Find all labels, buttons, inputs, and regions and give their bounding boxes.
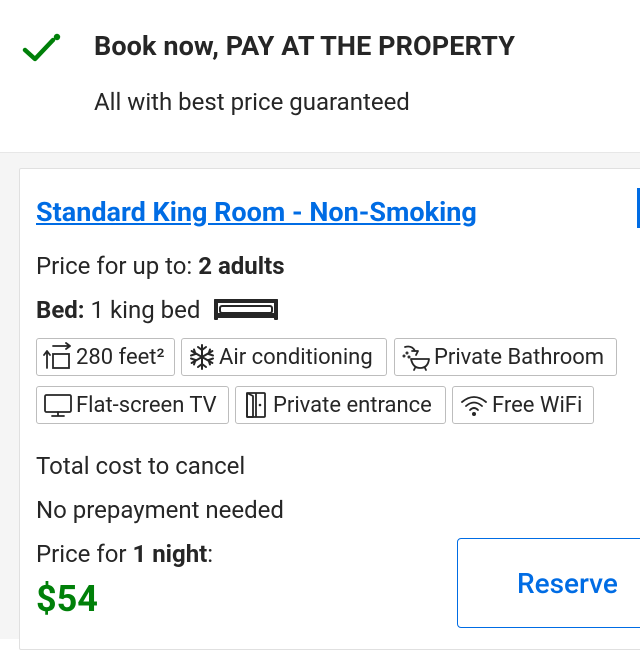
facility-label: Private Bathroom: [434, 344, 605, 370]
snowflake-icon: [190, 344, 214, 370]
banner-title: Book now, PAY AT THE PROPERTY: [94, 30, 516, 62]
facility-chip-wifi: Free WiFi: [452, 386, 594, 424]
price-for-label: Price for 1 night:: [36, 540, 213, 568]
door-icon: [246, 392, 266, 418]
reserve-button[interactable]: Reserve: [457, 538, 640, 628]
facility-chip-ac: Air conditioning: [181, 338, 387, 376]
facility-label: Flat-screen TV: [76, 392, 217, 418]
checkmark-icon: [22, 33, 61, 62]
prepayment-policy: No prepayment needed: [36, 496, 284, 524]
cancellation-policy: Total cost to cancel: [36, 452, 246, 480]
bed-line: Bed: 1 king bed: [36, 296, 280, 325]
banner-subtitle: All with best price guaranteed: [94, 88, 410, 116]
facility-chip-size: 280 feet²: [36, 338, 175, 376]
facility-chip-bathroom: Private Bathroom: [394, 338, 617, 376]
bed-value: 1 king bed: [90, 296, 201, 324]
facility-chip-tv: Flat-screen TV: [36, 386, 229, 424]
facility-label: Private entrance: [273, 392, 432, 418]
facility-label: Air conditioning: [219, 344, 373, 370]
tv-icon: [44, 394, 72, 417]
occupancy-value: 2 adults: [198, 252, 285, 280]
price-for-nights: 1 night: [132, 540, 208, 568]
pay-at-property-banner: Book now, PAY AT THE PROPERTY All with b…: [0, 0, 640, 152]
bed-label: Bed:: [36, 296, 85, 324]
bath-shower-icon: [402, 345, 430, 371]
occupancy-label: Price for up to:: [36, 252, 193, 280]
room-title-link[interactable]: Standard King Room - Non-Smoking: [36, 196, 477, 228]
king-bed-icon: [214, 298, 279, 320]
facility-label: Free WiFi: [492, 392, 583, 418]
price-for-prefix: Price for: [36, 540, 127, 568]
room-size-icon: [43, 342, 71, 369]
facility-label: 280 feet²: [76, 344, 165, 370]
occupancy-line: Price for up to: 2 adults: [36, 252, 285, 280]
wifi-icon: [461, 396, 487, 416]
price-amount: $54: [36, 578, 98, 620]
facility-chip-entrance: Private entrance: [235, 386, 446, 424]
price-for-suffix: :: [207, 540, 214, 568]
